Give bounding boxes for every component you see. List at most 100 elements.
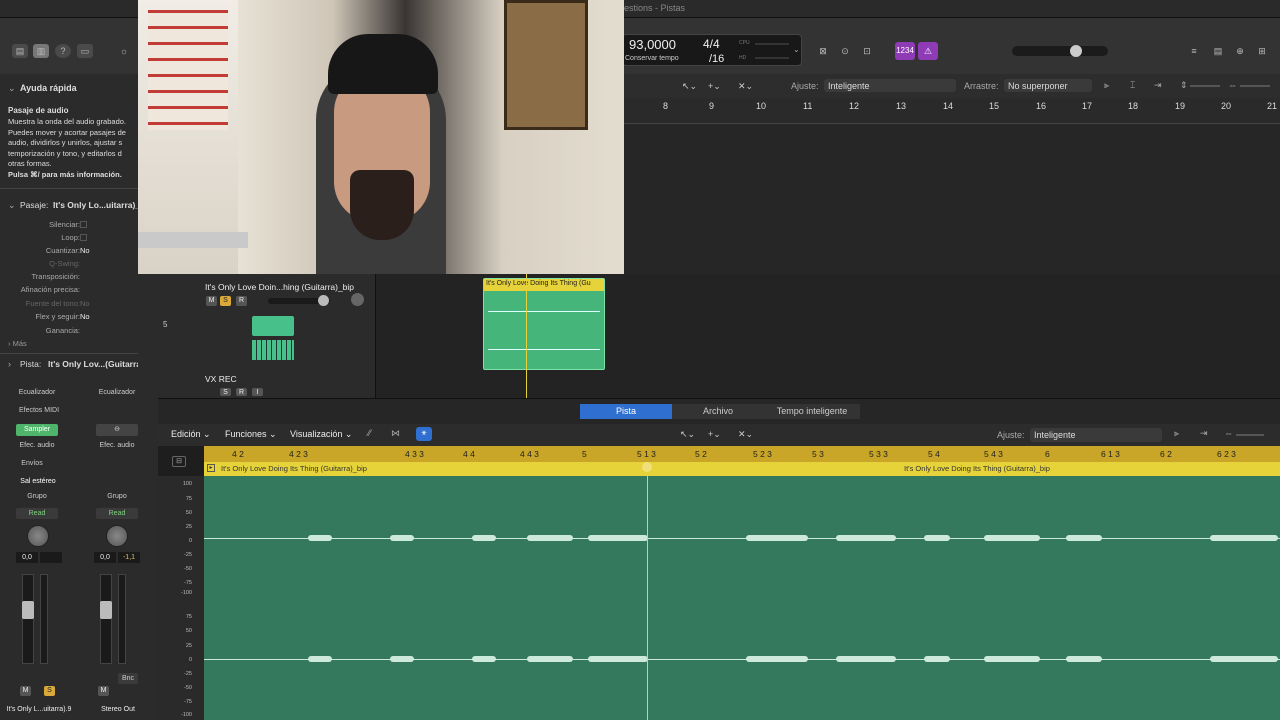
notepad-icon[interactable]: ▤ bbox=[1210, 44, 1226, 58]
count-in-button[interactable]: 1234 bbox=[895, 42, 915, 60]
cycle-icon[interactable]: ⊙ bbox=[837, 44, 853, 58]
track-name[interactable]: VX REC bbox=[205, 374, 237, 384]
mute-button[interactable]: M bbox=[20, 686, 31, 696]
horizontal-zoom-slider[interactable] bbox=[1240, 85, 1270, 87]
editor-ruler[interactable]: 4 2 4 2 3 4 3 3 4 4 4 4 3 5 5 1 3 5 2 5 … bbox=[204, 446, 1280, 462]
volume-knob[interactable] bbox=[1070, 45, 1082, 57]
editor-playhead[interactable] bbox=[647, 462, 648, 720]
more-disclosure[interactable]: › Más bbox=[8, 339, 27, 348]
zoom-slider[interactable] bbox=[1236, 434, 1264, 436]
inspector-icon[interactable]: ▥ bbox=[33, 44, 49, 58]
link-icon[interactable]: ⊖ bbox=[96, 424, 138, 436]
view-toggle-icon[interactable]: ⊟ bbox=[172, 456, 186, 467]
quick-help-header[interactable]: ⌄ Ayuda rápida bbox=[0, 83, 138, 97]
catch-icon[interactable]: ⇥ bbox=[1154, 80, 1162, 91]
solo-button[interactable]: S bbox=[220, 388, 231, 396]
play-region-icon[interactable]: ▸ bbox=[207, 464, 215, 472]
editor-region-bar[interactable]: ▸ It's Only Love Doing Its Thing (Guitar… bbox=[204, 462, 1280, 476]
solo-button[interactable]: S bbox=[44, 686, 55, 696]
param-quantize[interactable]: Cuantizar: No bbox=[0, 246, 138, 258]
loops-icon[interactable]: ⊕ bbox=[1232, 44, 1248, 58]
pan-knob[interactable] bbox=[27, 525, 49, 547]
sends-slot[interactable]: Envíos bbox=[14, 460, 50, 467]
view-menu[interactable]: Visualización ⌄ bbox=[290, 429, 352, 440]
toolbar-icon[interactable]: ▭ bbox=[77, 44, 93, 58]
eq-slot[interactable]: Ecualizador bbox=[14, 389, 60, 396]
audio-fx-slot[interactable]: Efec. audio bbox=[14, 442, 60, 449]
bounce-button[interactable]: Bnc bbox=[118, 673, 138, 684]
master-volume-slider[interactable] bbox=[1012, 45, 1108, 57]
horizontal-zoom-icon[interactable]: ⇔ bbox=[1228, 80, 1237, 90]
param-mute[interactable]: Silenciar: bbox=[0, 220, 138, 232]
track-inspector-header[interactable]: › Pista: It's Only Lov...(Guitarra).9 bbox=[0, 359, 151, 371]
track-name[interactable]: It's Only Love Doin...hing (Guitarra)_bi… bbox=[205, 282, 354, 292]
volume-readout[interactable]: 0,0 bbox=[94, 552, 116, 563]
functions-menu[interactable]: Funciones ⌄ bbox=[225, 429, 277, 440]
catch-icon[interactable]: ⋈ bbox=[391, 428, 400, 439]
fader-cap[interactable] bbox=[22, 601, 34, 619]
secondary-tool-icon[interactable]: +⌄ bbox=[708, 429, 721, 440]
output-slot[interactable]: Sal estéreo bbox=[14, 478, 62, 485]
automation-mode[interactable]: Read bbox=[16, 508, 58, 519]
flex-icon[interactable]: ⁄⁄ bbox=[368, 428, 371, 438]
time-signature[interactable]: 4/4 bbox=[703, 37, 720, 51]
record-button[interactable]: R bbox=[236, 296, 247, 306]
secondary-tool-icon[interactable]: +⌄ bbox=[708, 81, 721, 92]
arrange-area[interactable] bbox=[624, 124, 1280, 274]
key-icon[interactable]: ⊠ bbox=[815, 44, 831, 58]
fader-cap[interactable] bbox=[100, 601, 112, 619]
record-button[interactable]: R bbox=[236, 388, 247, 396]
region-inspector-header[interactable]: ⌄ Pasaje: It's Only Lo...uitarra)_( bbox=[0, 200, 143, 212]
metronome-icon[interactable]: ⚠ bbox=[918, 42, 938, 60]
snap-select[interactable]: Inteligente bbox=[824, 79, 956, 92]
param-loop[interactable]: Loop: bbox=[0, 233, 138, 245]
input-monitor-button[interactable]: I bbox=[252, 388, 263, 396]
fit-icon[interactable]: ⇥ bbox=[1200, 428, 1208, 439]
playhead[interactable] bbox=[526, 274, 527, 398]
group-slot[interactable]: Grupo bbox=[94, 493, 140, 500]
list-icon[interactable]: ≡ bbox=[1186, 44, 1202, 58]
track-volume-slider[interactable] bbox=[268, 295, 330, 306]
scissors-tool-icon[interactable]: ✕⌄ bbox=[738, 429, 753, 440]
automation-mode[interactable]: Read bbox=[96, 508, 138, 519]
division[interactable]: /16 bbox=[709, 53, 724, 65]
tab-tempo-inteligente[interactable]: Tempo inteligente bbox=[764, 404, 860, 419]
scissors-tool-icon[interactable]: ✕⌄ bbox=[738, 81, 753, 92]
midi-fx-slot[interactable]: Efectos MIDI bbox=[14, 407, 64, 414]
replace-icon[interactable]: ⊡ bbox=[859, 44, 875, 58]
pointer-tool-icon[interactable]: ↖⌄ bbox=[682, 81, 697, 92]
instrument-slot[interactable]: Sampler bbox=[16, 424, 58, 436]
waveform-zoom-icon[interactable]: ⫸ bbox=[1174, 428, 1179, 439]
audio-fx-slot[interactable]: Efec. audio bbox=[94, 442, 140, 449]
quick-help-icon[interactable]: ? bbox=[55, 44, 71, 58]
loop-checkbox[interactable] bbox=[80, 234, 87, 241]
drag-select[interactable]: No superponer bbox=[1004, 79, 1092, 92]
horizontal-zoom-icon[interactable]: ⇔ bbox=[1224, 428, 1233, 438]
tab-pista[interactable]: Pista bbox=[580, 404, 672, 419]
vertical-zoom-icon[interactable]: ⇕ bbox=[1180, 80, 1188, 91]
vertical-zoom-slider[interactable] bbox=[1190, 85, 1220, 87]
edit-menu[interactable]: Edición ⌄ bbox=[171, 429, 211, 440]
fit-icon[interactable]: ⌶ bbox=[1130, 80, 1135, 91]
param-gain[interactable]: Ganancia: bbox=[0, 326, 138, 338]
pointer-tool-icon[interactable]: ↖⌄ bbox=[680, 429, 695, 440]
browser-icon[interactable]: ⊞ bbox=[1254, 44, 1270, 58]
pan-knob[interactable] bbox=[351, 293, 364, 306]
chevron-down-icon[interactable]: ⌄ bbox=[793, 45, 800, 54]
mute-button[interactable]: M bbox=[206, 296, 217, 306]
solo-button[interactable]: S bbox=[220, 296, 231, 306]
param-fine-tune[interactable]: Afinación precisa:⇕ bbox=[0, 285, 152, 297]
volume-readout[interactable]: 0,0 bbox=[16, 552, 38, 563]
param-value[interactable]: No bbox=[80, 246, 90, 255]
smart-controls-icon[interactable]: ☼ bbox=[116, 44, 132, 58]
waveform-zoom-icon[interactable]: ⫸ bbox=[1104, 80, 1109, 91]
mute-button[interactable]: M bbox=[98, 686, 109, 696]
param-flex[interactable]: Flex y seguir: No bbox=[0, 312, 138, 324]
eq-slot[interactable]: Ecualizador bbox=[94, 389, 140, 396]
playhead-handle[interactable] bbox=[642, 462, 652, 472]
snap-select[interactable]: Inteligente bbox=[1030, 428, 1162, 442]
slider-knob[interactable] bbox=[318, 295, 329, 306]
param-transpose[interactable]: Transposición:⇕ bbox=[0, 272, 152, 284]
mute-checkbox[interactable] bbox=[80, 221, 87, 228]
group-slot[interactable]: Grupo bbox=[14, 493, 60, 500]
